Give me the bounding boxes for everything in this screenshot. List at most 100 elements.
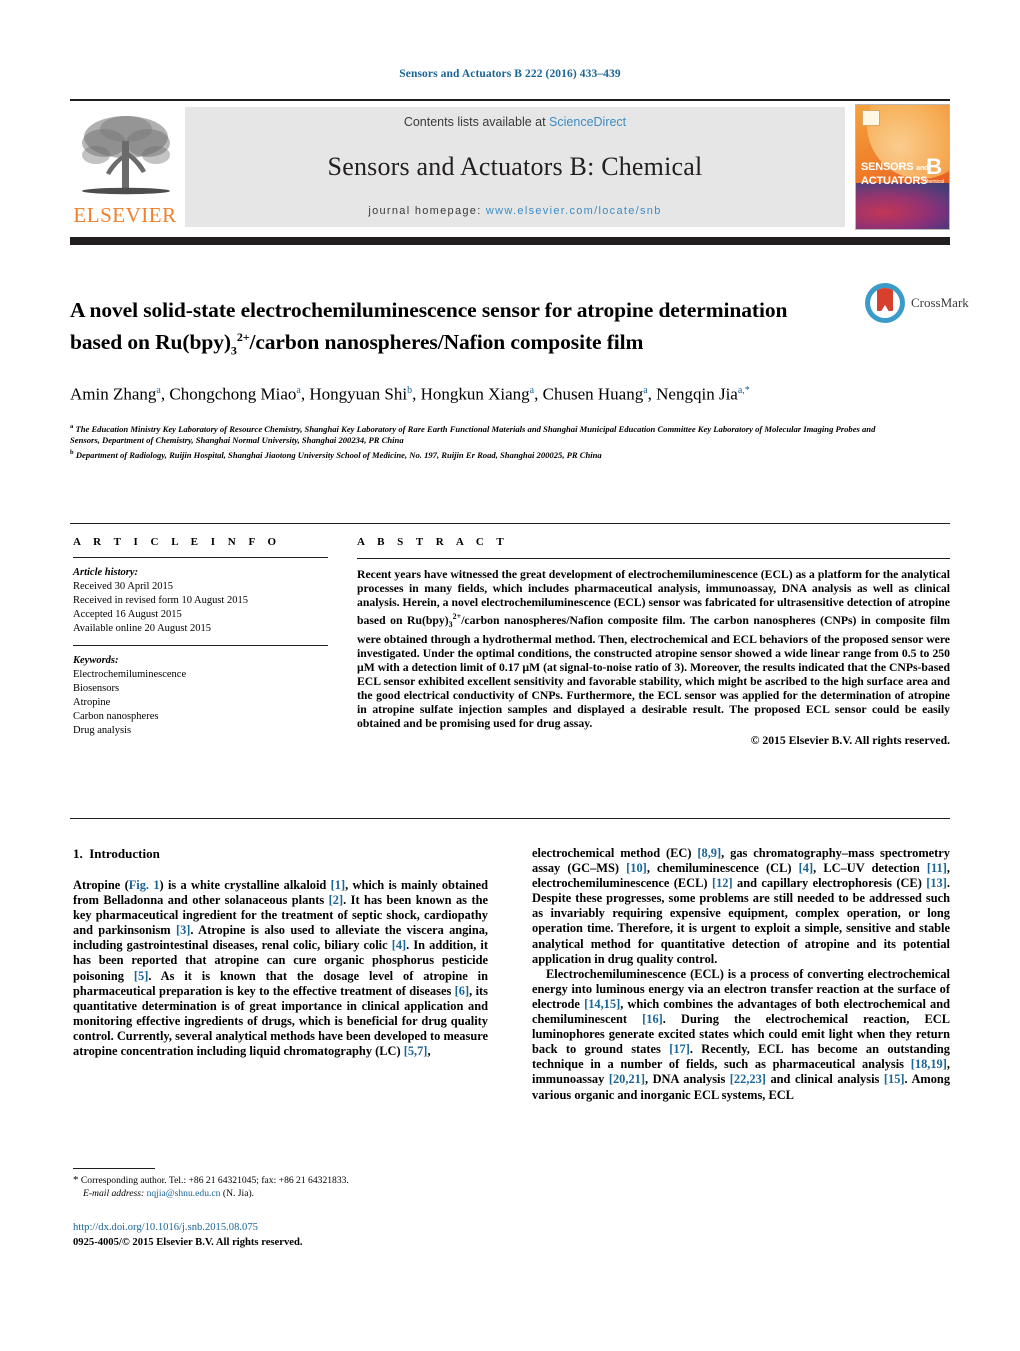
- citation-ref[interactable]: [4]: [799, 861, 813, 875]
- email-label: E-mail address:: [83, 1187, 145, 1199]
- footnote-rule: [73, 1168, 155, 1169]
- citation-ref[interactable]: [6]: [455, 984, 469, 998]
- citation-ref[interactable]: [14,15]: [584, 997, 620, 1011]
- page-title: A novel solid-state electrochemiluminesc…: [70, 297, 830, 364]
- abstract-text: Recent years have witnessed the great de…: [357, 568, 950, 731]
- citation-ref[interactable]: [5,7]: [404, 1044, 428, 1058]
- title-line-1: A novel solid-state electrochemiluminesc…: [70, 298, 654, 323]
- title-line-3: composite film: [510, 330, 644, 355]
- affiliation-text: Department of Radiology, Ruijin Hospital…: [75, 449, 602, 460]
- footnote-star: *: [73, 1174, 79, 1186]
- crossmark-icon: [865, 283, 905, 323]
- cover-volume-sub: Chemical: [923, 179, 944, 185]
- citation-ref[interactable]: [5]: [134, 969, 148, 983]
- affiliation-list: a The Education Ministry Key Laboratory …: [70, 421, 900, 462]
- history-online: Available online 20 August 2015: [73, 623, 212, 634]
- abstract-heading: A B S T R A C T: [357, 536, 509, 548]
- article-info-heading: A R T I C L E I N F O: [73, 536, 282, 548]
- body-column-right: electrochemical method (EC) [8,9], gas c…: [532, 846, 950, 1103]
- history-accepted: Accepted 16 August 2015: [73, 609, 182, 620]
- issn-copyright-line: 0925-4005/© 2015 Elsevier B.V. All right…: [73, 1237, 303, 1248]
- paragraph: Electrochemiluminescence (ECL) is a proc…: [532, 966, 951, 1102]
- elsevier-logo: ELSEVIER: [70, 107, 180, 233]
- keyword-item[interactable]: Drug analysis: [73, 724, 328, 738]
- author-affil-mark: a: [529, 385, 535, 397]
- keyword-item[interactable]: Atropine: [73, 696, 328, 710]
- sciencedirect-link[interactable]: ScienceDirect: [549, 115, 626, 129]
- citation-ref[interactable]: [4]: [392, 938, 406, 952]
- author-name[interactable]: Chusen Huang: [543, 385, 644, 404]
- cover-journal-title: SENSORS and ACTUATORS: [861, 161, 931, 187]
- journal-homepage-url[interactable]: www.elsevier.com/locate/snb: [486, 205, 662, 217]
- contents-lists-line: Contents lists available at ScienceDirec…: [404, 115, 626, 129]
- contents-lists-prefix: Contents lists available at: [403, 115, 550, 129]
- author-name[interactable]: Amin Zhang: [70, 385, 156, 404]
- doi-link[interactable]: http://dx.doi.org/10.1016/j.snb.2015.08.…: [73, 1222, 258, 1233]
- paragraph: electrochemical method (EC) [8,9], gas c…: [532, 846, 950, 966]
- journal-homepage-line: journal homepage: www.elsevier.com/locat…: [368, 205, 661, 217]
- corresponding-author-note: * Corresponding author. Tel.: +86 21 643…: [73, 1174, 488, 1200]
- keyword-item[interactable]: Electrochemiluminescence: [73, 668, 328, 682]
- email-link[interactable]: nqjia@shnu.edu.cn: [147, 1188, 221, 1199]
- citation-ref[interactable]: [18,19]: [911, 1057, 947, 1071]
- author-list: Amin Zhanga, Chongchong Miaoa, Hongyuan …: [70, 384, 750, 404]
- citation-ref[interactable]: [22,23]: [730, 1072, 766, 1086]
- journal-masthead: ELSEVIER Contents lists available at Sci…: [70, 99, 950, 232]
- citation-ref[interactable]: [10]: [626, 861, 647, 875]
- citation-ref[interactable]: [11]: [927, 861, 947, 875]
- citation-ref[interactable]: [1]: [331, 878, 345, 892]
- citation-ref[interactable]: [12]: [712, 876, 733, 890]
- cover-volume-letter: B: [926, 154, 942, 179]
- citation-ref[interactable]: [16]: [642, 1012, 663, 1026]
- figure-ref[interactable]: Fig. 1: [129, 878, 160, 892]
- affiliation-mark: b: [70, 448, 74, 456]
- author-affil-mark: a: [296, 385, 301, 397]
- author-name[interactable]: Chongchong Miao: [169, 385, 296, 404]
- keywords-label: Keywords:: [73, 655, 119, 666]
- journal-cover-thumbnail[interactable]: SENSORS and ACTUATORS B Chemical: [855, 104, 950, 230]
- citation-ref[interactable]: [20,21]: [609, 1072, 645, 1086]
- title-superscript: 2+: [236, 330, 250, 345]
- section-number: 1.: [73, 846, 83, 861]
- history-revised: Received in revised form 10 August 2015: [73, 595, 248, 606]
- abstract-bottom-divider: [70, 818, 950, 819]
- author-affil-mark: a,*: [737, 385, 750, 397]
- journal-title: Sensors and Actuators B: Chemical: [327, 152, 703, 181]
- elsevier-tree-icon: [76, 107, 176, 203]
- affiliation-a: a The Education Ministry Key Laboratory …: [70, 421, 900, 447]
- abstract-superscript: 2+: [452, 612, 462, 622]
- title-subscript: 3: [230, 343, 237, 358]
- paragraph: Atropine (Fig. 1) is a white crystalline…: [73, 878, 489, 1059]
- author-name[interactable]: Hongyuan Shi: [309, 385, 407, 404]
- article-history-label: Article history:: [73, 567, 139, 578]
- citation-ref[interactable]: [13]: [926, 876, 947, 890]
- title-line-2b: /carbon nanospheres/Nafion: [249, 330, 506, 355]
- keyword-item[interactable]: Carbon nanospheres: [73, 710, 328, 724]
- abstract-subscript: 3: [448, 620, 453, 630]
- crossmark-label: CrossMark: [911, 295, 969, 310]
- author-affil-mark: b: [407, 385, 413, 397]
- history-received: Received 30 April 2015: [73, 581, 174, 592]
- crossmark-badge[interactable]: CrossMark: [865, 283, 1015, 337]
- citation-ref[interactable]: [8,9]: [697, 846, 721, 860]
- author-name[interactable]: Nengqin Jia: [656, 385, 738, 404]
- citation-ref[interactable]: [3]: [176, 923, 190, 937]
- running-head: Sensors and Actuators B 222 (2016) 433–4…: [399, 68, 621, 80]
- citation-ref[interactable]: [15]: [884, 1072, 905, 1086]
- section-heading-introduction: 1. Introduction: [73, 846, 160, 862]
- affiliation-text: The Education Ministry Key Laboratory of…: [70, 423, 876, 446]
- cover-title-line2: ACTUATORS: [861, 175, 928, 187]
- info-section-divider: [70, 523, 950, 524]
- citation-ref[interactable]: [17]: [669, 1042, 690, 1056]
- body-column-left: Atropine (Fig. 1) is a white crystalline…: [73, 878, 488, 1059]
- keyword-item[interactable]: Biosensors: [73, 682, 328, 696]
- author-name[interactable]: Hongkun Xiang: [421, 385, 530, 404]
- cover-title-line1: SENSORS: [861, 161, 914, 173]
- keywords-rule: [73, 645, 328, 646]
- author-affil-mark: a: [643, 385, 648, 397]
- affiliation-b: b Department of Radiology, Ruijin Hospit…: [70, 447, 900, 461]
- email-suffix: (N. Jia).: [222, 1187, 255, 1199]
- article-info-rule: [73, 557, 328, 558]
- citation-ref[interactable]: [2]: [329, 893, 343, 907]
- journal-article-page: Sensors and Actuators B 222 (2016) 433–4…: [0, 0, 1020, 1351]
